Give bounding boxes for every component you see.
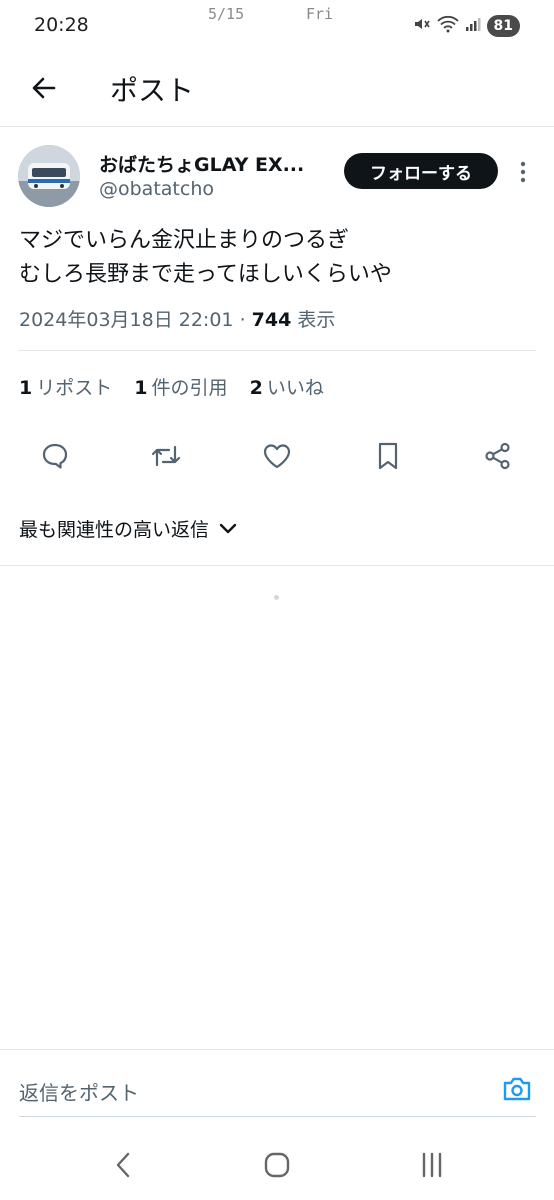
bookmark-icon [378, 442, 398, 470]
status-day: Fri [306, 5, 334, 23]
quotes-stat[interactable]: 1 件の引用 [134, 377, 227, 399]
camera-button[interactable] [500, 1073, 534, 1105]
reply-bar: 返信をポスト [0, 1049, 554, 1117]
loading-indicator [274, 595, 279, 600]
reply-sort-selector[interactable]: 最も関連性の高い返信 [19, 515, 237, 542]
nav-home-icon [264, 1152, 290, 1178]
reply-input[interactable]: 返信をポスト [19, 1077, 139, 1106]
battery-indicator: 81 [486, 15, 520, 37]
top-bar: ポスト [0, 52, 554, 126]
avatar-image [18, 145, 80, 207]
post-text-line: むしろ長野まで走ってほしいくらいや [19, 262, 392, 287]
system-nav-bar [0, 1130, 554, 1200]
likes-stat[interactable]: 2 いいね [250, 377, 324, 399]
wifi-icon [436, 15, 459, 37]
quotes-count: 1 [134, 377, 148, 399]
meta-separator: · [239, 309, 246, 331]
action-bar [0, 436, 554, 476]
post-text: マジでいらん金沢止まりのつるぎ むしろ長野まで走ってほしいくらいや [19, 224, 539, 292]
avatar[interactable] [18, 145, 80, 207]
quotes-label: 件の引用 [151, 377, 228, 399]
reply-input-underline [19, 1116, 536, 1117]
camera-icon [503, 1077, 531, 1101]
back-button[interactable] [22, 66, 66, 110]
more-button[interactable] [511, 157, 535, 187]
reply-icon [42, 443, 68, 469]
post-text-line: マジでいらん金沢止まりのつるぎ [19, 228, 350, 253]
nav-home-button[interactable] [255, 1145, 299, 1185]
header-divider [0, 126, 554, 127]
like-button[interactable] [257, 436, 297, 476]
repost-button[interactable] [146, 436, 186, 476]
status-bar: 20:28 5/15 Fri 81 [0, 0, 554, 52]
reposts-label: リポスト [36, 377, 113, 399]
post-meta: 2024年03月18日 22:01 · 744 表示 [19, 305, 335, 332]
post-stats: 1 リポスト 1 件の引用 2 いいね [19, 373, 340, 400]
share-icon [485, 442, 510, 470]
reply-sort-label: 最も関連性の高い返信 [19, 519, 210, 541]
page-title: ポスト [110, 74, 195, 107]
signal-icon [465, 16, 481, 36]
status-date: 5/15 [208, 5, 245, 23]
chevron-down-icon [219, 523, 237, 533]
bookmark-button[interactable] [368, 436, 408, 476]
share-button[interactable] [478, 436, 518, 476]
status-time: 20:28 [34, 14, 89, 36]
nav-recents-button[interactable] [410, 1145, 454, 1185]
views-count: 744 [251, 309, 292, 331]
more-vertical-icon [520, 161, 526, 183]
likes-label: いいね [266, 377, 324, 399]
follow-button[interactable]: フォローする [344, 153, 498, 189]
heart-icon [263, 444, 291, 469]
nav-back-icon [116, 1152, 130, 1178]
nav-recents-icon [422, 1152, 442, 1178]
reposts-count: 1 [19, 377, 33, 399]
meta-divider [19, 350, 536, 351]
repost-icon [151, 445, 181, 467]
status-icons: 81 [413, 15, 520, 37]
views-label: 表示 [297, 309, 336, 331]
author-name[interactable]: おばたちょGLAY EX... [99, 150, 304, 177]
likes-count: 2 [249, 377, 263, 399]
replies-divider [0, 565, 554, 566]
author-handle[interactable]: @obatatcho [99, 178, 214, 200]
mute-icon [413, 15, 431, 37]
reply-button[interactable] [35, 436, 75, 476]
nav-back-button[interactable] [102, 1145, 146, 1185]
post-timestamp[interactable]: 2024年03月18日 22:01 [19, 309, 234, 331]
arrow-left-icon [32, 77, 56, 99]
reposts-stat[interactable]: 1 リポスト [19, 377, 112, 399]
